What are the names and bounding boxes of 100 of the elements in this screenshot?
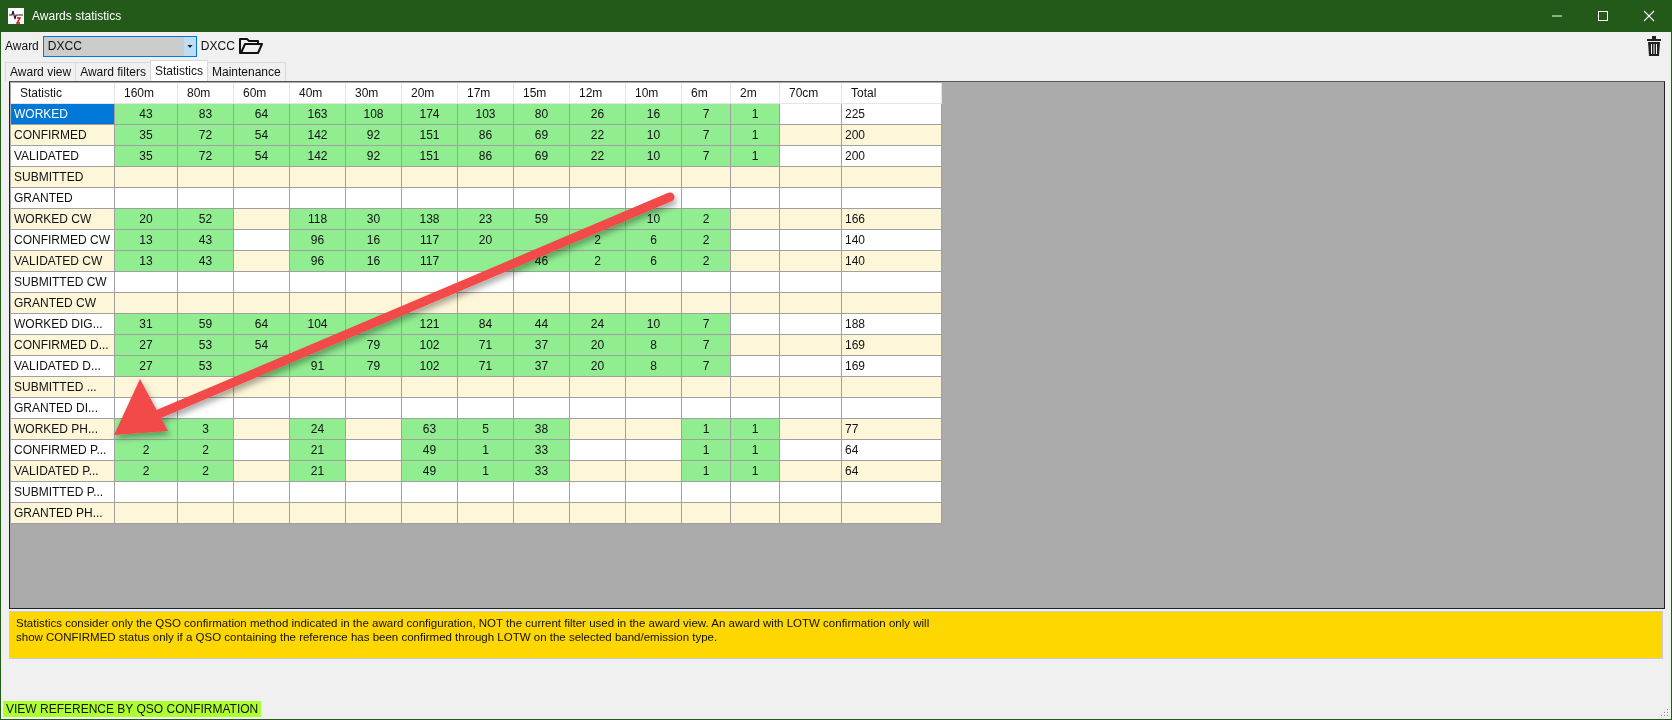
table-cell: 24 <box>290 419 346 440</box>
table-cell: 1 <box>731 104 780 125</box>
table-cell: 7 <box>682 356 731 377</box>
table-cell: 20 <box>570 356 626 377</box>
table-cell: 23 <box>458 209 514 230</box>
row-label[interactable]: SUBMITTED CW <box>11 272 115 293</box>
column-header[interactable]: 160m <box>115 83 178 104</box>
table-cell: 21 <box>290 461 346 482</box>
table-cell: 140 <box>842 251 942 272</box>
table-cell: 103 <box>458 104 514 125</box>
table-cell: 1 <box>682 419 731 440</box>
table-cell: 27 <box>115 335 178 356</box>
row-label[interactable]: WORKED DIG... <box>11 314 115 335</box>
column-header[interactable]: 30m <box>346 83 402 104</box>
table-cell: 43 <box>178 230 234 251</box>
row-label[interactable]: VALIDATED D... <box>11 356 115 377</box>
column-header[interactable]: 40m <box>290 83 346 104</box>
column-header[interactable]: 12m <box>570 83 626 104</box>
table-cell: 43 <box>115 104 178 125</box>
row-label[interactable]: SUBMITTED <box>11 167 115 188</box>
row-label[interactable]: SUBMITTED ... <box>11 377 115 398</box>
row-label[interactable]: GRANTED DI... <box>11 398 115 419</box>
table-cell: 54 <box>234 335 290 356</box>
column-header[interactable]: 70cm <box>780 83 842 104</box>
row-label[interactable]: WORKED <box>11 104 115 125</box>
table-cell: 59 <box>178 314 234 335</box>
row-label[interactable]: GRANTED <box>11 188 115 209</box>
column-header[interactable]: 20m <box>402 83 458 104</box>
table-cell: 1 <box>682 440 731 461</box>
column-header[interactable]: 17m <box>458 83 514 104</box>
tab[interactable]: Statistics <box>149 60 208 81</box>
folder-icon[interactable] <box>238 37 263 55</box>
row-label[interactable]: CONFIRMED <box>11 125 115 146</box>
tab[interactable]: Award view <box>5 62 77 81</box>
award-dropdown[interactable]: DXCC <box>42 35 197 57</box>
window-title: Awards statistics <box>32 9 122 23</box>
table-cell: 53 <box>178 356 234 377</box>
table-cell: 104 <box>290 314 346 335</box>
table-cell: 142 <box>290 125 346 146</box>
table-cell: 8 <box>626 335 682 356</box>
column-header[interactable]: 6m <box>682 83 731 104</box>
table-cell: 44 <box>514 314 570 335</box>
app-icon <box>8 8 24 24</box>
column-header[interactable]: Total <box>842 83 942 104</box>
table-cell: 2 <box>115 440 178 461</box>
resize-grip-icon[interactable] <box>1659 707 1669 717</box>
column-header[interactable]: Statistic <box>11 83 115 104</box>
table-cell: 138 <box>402 209 458 230</box>
row-label[interactable]: CONFIRMED CW <box>11 230 115 251</box>
row-label[interactable]: VALIDATED <box>11 146 115 167</box>
caret-icon <box>183 36 196 56</box>
row-label[interactable]: VALIDATED CW <box>11 251 115 272</box>
table-cell: 2 <box>682 209 731 230</box>
table-cell: 7 <box>682 335 731 356</box>
table-cell: 5 <box>458 419 514 440</box>
table-cell: 64 <box>234 314 290 335</box>
table-cell: 52 <box>178 209 234 230</box>
table-cell: 225 <box>842 104 942 125</box>
column-header[interactable]: 10m <box>626 83 682 104</box>
table-cell: 1 <box>731 419 780 440</box>
table-cell: 79 <box>346 356 402 377</box>
table-cell: 84 <box>458 314 514 335</box>
table-cell: 1 <box>731 440 780 461</box>
table-cell: 20 <box>115 209 178 230</box>
table-cell: 169 <box>842 356 942 377</box>
table-cell: 30 <box>346 209 402 230</box>
table-cell: 43 <box>178 251 234 272</box>
table-cell: 121 <box>402 314 458 335</box>
table-cell: 33 <box>514 440 570 461</box>
table-cell: 96 <box>290 251 346 272</box>
row-label[interactable]: VALIDATED P... <box>11 461 115 482</box>
column-header[interactable]: 2m <box>731 83 780 104</box>
table-cell: 27 <box>115 356 178 377</box>
row-label[interactable]: GRANTED PH... <box>11 503 115 524</box>
table-cell: 140 <box>842 230 942 251</box>
row-label[interactable]: CONFIRMED P... <box>11 440 115 461</box>
column-header[interactable]: 80m <box>178 83 234 104</box>
table-cell: 151 <box>402 125 458 146</box>
table-cell: 69 <box>514 125 570 146</box>
table-cell: 37 <box>514 335 570 356</box>
row-label[interactable]: CONFIRMED D... <box>11 335 115 356</box>
trash-icon[interactable] <box>1647 36 1661 56</box>
table-cell: 38 <box>514 419 570 440</box>
table-cell: 8 <box>626 356 682 377</box>
table-cell: 83 <box>178 104 234 125</box>
table-cell: 169 <box>842 335 942 356</box>
row-label[interactable]: SUBMITTED P... <box>11 482 115 503</box>
table-cell: 20 <box>458 230 514 251</box>
table-cell: 7 <box>682 104 731 125</box>
row-label[interactable]: GRANTED CW <box>11 293 115 314</box>
row-label[interactable]: WORKED PH... <box>11 419 115 440</box>
award-label: Award <box>5 39 39 53</box>
row-label[interactable]: WORKED CW <box>11 209 115 230</box>
table-cell: 26 <box>570 104 626 125</box>
table-cell: 64 <box>234 104 290 125</box>
column-header[interactable]: 15m <box>514 83 570 104</box>
column-header[interactable]: 60m <box>234 83 290 104</box>
tab[interactable]: Maintenance <box>206 62 286 81</box>
info-message: Statistics consider only the QSO confirmation method indicated in the award configuration, NOT the current filter used in the award view. An award with LOTW confirmation only will show CONFIRMED status only if a QSO containing the reference has been confirmed through LOTW on the selected band/emission type. <box>9 611 1663 659</box>
table-cell: 13 <box>115 251 178 272</box>
